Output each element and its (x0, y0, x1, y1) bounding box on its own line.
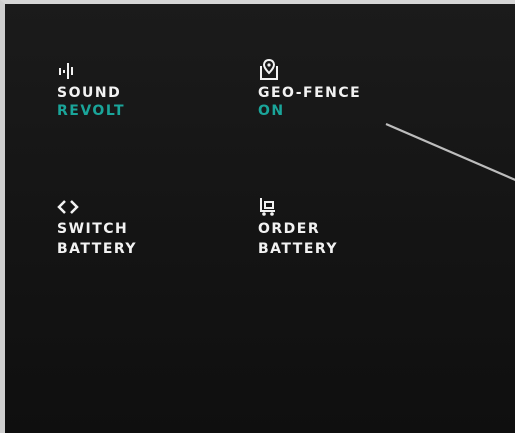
switch-arrows-icon (57, 196, 79, 218)
order-battery-label-line1: ORDER (258, 221, 321, 237)
sound-tile[interactable]: SOUND REVOLT (57, 60, 217, 150)
order-battery-tile[interactable]: ORDER BATTERY (258, 196, 418, 286)
switch-battery-tile[interactable]: SWITCH BATTERY (57, 196, 217, 286)
geo-fence-label: GEO-FENCE (258, 85, 362, 101)
switch-battery-label-line2: BATTERY (57, 241, 138, 257)
geo-fence-status: ON (258, 103, 285, 119)
switch-battery-label-line1: SWITCH (57, 221, 129, 237)
sound-status: REVOLT (57, 103, 125, 119)
order-battery-label-line2: BATTERY (258, 241, 339, 257)
geo-fence-pin-icon (258, 58, 280, 80)
sound-waves-icon (57, 60, 79, 82)
geo-fence-tile[interactable]: GEO-FENCE ON (258, 58, 418, 148)
battery-cart-icon (258, 196, 280, 218)
sound-label: SOUND (57, 85, 122, 101)
app-screen: SOUND REVOLT GEO-FENCE ON SWITCH BATTERY (0, 0, 515, 433)
